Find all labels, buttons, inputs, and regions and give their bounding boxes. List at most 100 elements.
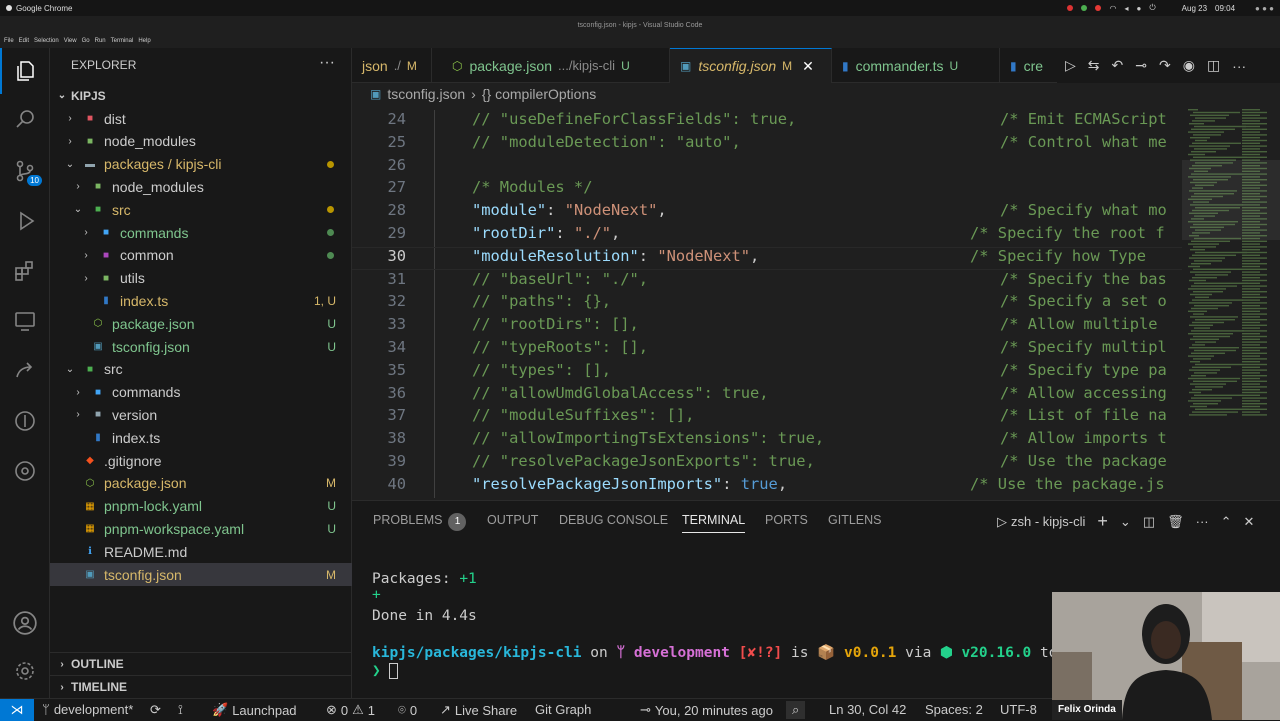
wifi-icon[interactable]: ◠ [1109,4,1116,13]
breadcrumb-symbol[interactable]: {} compilerOptions [482,86,596,102]
tab-debug-console[interactable]: DEBUG CONSOLE [559,513,668,527]
terminal-input-line[interactable]: ❯ [372,663,1075,679]
go-back-icon[interactable]: ↶ [1112,57,1124,74]
tree-item[interactable]: ⌄ ■ src [50,358,352,381]
split-terminal-icon[interactable]: ◫ [1143,514,1155,530]
tray-icon[interactable] [1081,5,1088,11]
workspace-root[interactable]: ⌄ KIPJS [50,84,352,107]
menu-selection[interactable]: Selection [34,38,59,44]
run-debug-icon[interactable] [0,198,50,244]
tab-cre[interactable]: ▮ cre [1000,48,1058,83]
tree-item[interactable]: ⬡ package.json U [50,312,352,335]
status-blame[interactable]: ⊸ You, 20 minutes ago [640,702,773,718]
tree-item[interactable]: ℹ README.md [50,540,352,563]
status-launchpad[interactable]: 🚀 Launchpad [212,702,297,718]
more-actions-icon[interactable]: ··· [319,54,335,72]
timeline-section[interactable]: › TIMELINE [50,675,352,698]
tab-terminal[interactable]: TERMINAL [682,513,746,533]
explorer-icon[interactable] [0,48,50,94]
settings-gear-icon[interactable] [0,648,50,694]
status-ports[interactable]: ⌾ 0 [398,702,417,718]
tab-gitlens[interactable]: GITLENS [828,513,882,527]
code-view[interactable]: 24 // "useDefineForClassFields": true, /* … [352,110,1182,500]
menu-edit[interactable]: Edit [19,38,29,44]
status-problems[interactable]: ⊗ 0 ⚠ 1 [326,702,375,718]
volume-icon[interactable]: ◂ [1124,4,1128,13]
extensions-icon[interactable] [0,248,50,294]
zoom-icon[interactable]: ⌕ [786,701,806,719]
remote-explorer-icon[interactable] [0,298,50,344]
tab-package-json[interactable]: ⬡ package.json .../kipjs-cli U [442,48,670,83]
tree-item[interactable]: ◆ .gitignore [50,449,352,472]
status-position[interactable]: Ln 30, Col 42 [829,702,906,717]
chevron-down-icon[interactable]: ⌄ [1120,514,1131,530]
live-share-icon[interactable] [0,348,50,394]
new-terminal-icon[interactable]: + [1097,511,1108,532]
menu-terminal[interactable]: Terminal [111,38,134,44]
tree-item[interactable]: ▦ pnpm-lock.yaml U [50,495,352,518]
menu-file[interactable]: File [4,38,14,44]
docker-icon[interactable] [0,448,50,494]
maximize-panel-icon[interactable]: ⌃ [1221,514,1232,530]
tray-icon[interactable] [1095,5,1102,11]
gitlens-inspect-icon[interactable]: ◉ [1183,57,1195,74]
tab-ports[interactable]: PORTS [765,513,808,527]
menu-go[interactable]: Go [82,38,90,44]
tree-item[interactable]: ▮ index.ts 1, U [50,289,352,312]
tree-item[interactable]: ⌄ ■ src [50,198,352,221]
close-panel-icon[interactable]: ✕ [1244,514,1255,530]
go-forward-icon[interactable]: ↷ [1159,57,1171,74]
tree-item[interactable]: ▮ index.ts [50,426,352,449]
more-actions-icon[interactable]: ··· [1232,58,1246,74]
more-actions-icon[interactable]: ··· [1196,514,1209,529]
git-compare-icon[interactable]: ⟟ [178,702,183,718]
gitlens-icon[interactable] [0,398,50,444]
tab-problems[interactable]: PROBLEMS 1 [373,513,467,531]
tree-item[interactable]: › ■ utils [50,267,352,290]
remote-icon[interactable]: ⋊ [0,699,34,721]
tree-item[interactable]: › ■ node_modules [50,175,352,198]
terminal-selector[interactable]: zsh - kipjs-cli [1011,514,1085,529]
status-encoding[interactable]: UTF-8 [1000,702,1037,717]
tree-item[interactable]: ▦ pnpm-workspace.yaml U [50,517,352,540]
tree-item[interactable]: ▣ tsconfig.json U [50,335,352,358]
tab-json[interactable]: json ./ M [352,48,432,83]
tree-item[interactable]: › ■ commands [50,221,352,244]
minimap[interactable] [1182,105,1280,500]
tree-item[interactable]: › ■ node_modules [50,130,352,153]
tree-item[interactable]: › ■ version [50,403,352,426]
commit-icon[interactable]: ⊸ [1135,57,1147,74]
terminal-output[interactable]: Packages: +1 + Done in 4.4s kipjs/packages/… [372,571,1075,679]
source-control-icon[interactable]: 10 [0,148,50,194]
status-spaces[interactable]: Spaces: 2 [925,702,983,717]
split-editor-icon[interactable]: ◫ [1207,57,1220,74]
menu-help[interactable]: Help [138,38,150,44]
power-icon[interactable]: ⏻ [1149,3,1155,13]
tree-item[interactable]: › ■ dist [50,107,352,130]
close-tab-icon[interactable]: ✕ [802,58,814,75]
compare-icon[interactable]: ⇆ [1088,57,1100,74]
tree-item[interactable]: ▣ tsconfig.json M [50,563,352,586]
menu-view[interactable]: View [64,38,77,44]
tab-commander-ts[interactable]: ▮ commander.ts U [832,48,1000,83]
outline-section[interactable]: › OUTLINE [50,652,352,675]
tree-item[interactable]: ⌄ ▬ packages / kipjs-cli [50,153,352,176]
tree-item[interactable]: ⬡ package.json M [50,472,352,495]
status-branch[interactable]: ᛘ development* [42,702,133,717]
account-icon[interactable] [0,600,50,646]
mic-icon[interactable]: ● [1136,4,1141,13]
tree-item[interactable]: › ■ common [50,244,352,267]
sync-icon[interactable]: ⟳ [150,702,161,718]
run-icon[interactable]: ▷ [1065,57,1076,74]
status-live-share[interactable]: ↗ Live Share [440,702,517,718]
menu-run[interactable]: Run [95,38,106,44]
breadcrumb-file[interactable]: tsconfig.json [387,86,465,102]
tab-tsconfig-json[interactable]: ▣ tsconfig.json M ✕ [670,48,832,83]
tree-item[interactable]: › ■ commands [50,381,352,404]
trash-icon[interactable]: 🗑 [1167,514,1184,530]
search-icon[interactable] [0,96,50,142]
tray-icon[interactable] [1067,5,1074,11]
tab-output[interactable]: OUTPUT [487,513,538,527]
window-controls[interactable]: ● ● ● [1255,4,1274,13]
status-git-graph[interactable]: Git Graph [535,702,591,717]
